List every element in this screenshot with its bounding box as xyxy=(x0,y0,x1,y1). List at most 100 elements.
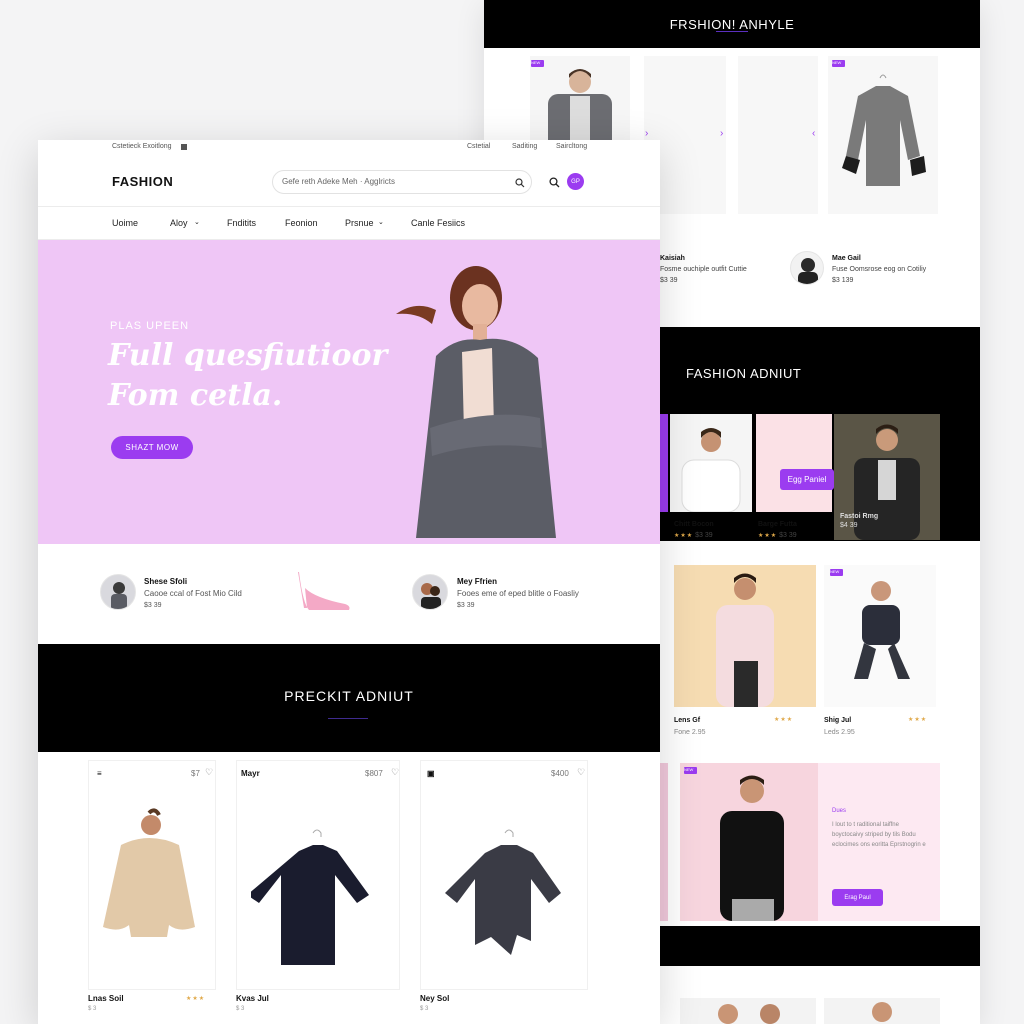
gallery-item[interactable]: Fastoi Rmg $4 39 xyxy=(840,512,878,530)
search-placeholder: Gefe reth Adeke Meh · Agglricts xyxy=(282,177,395,186)
product-tag: Mayr xyxy=(241,769,260,778)
heart-icon[interactable]: ♡ xyxy=(391,767,399,778)
product-item[interactable]: Lens Gf Fone 2.95 xyxy=(674,715,706,739)
product-card[interactable]: Mayr $807 ♡ xyxy=(236,760,400,990)
product-image[interactable] xyxy=(680,998,816,1024)
product-image[interactable] xyxy=(824,565,936,707)
divider xyxy=(716,31,748,32)
hero-title-line: Full quesfiutioor xyxy=(108,338,388,373)
feature-item[interactable]: Mae Gail Fuse Oomsrose eog on Cotiliy $3… xyxy=(832,253,926,286)
gallery-edge xyxy=(660,414,668,512)
divider xyxy=(328,718,368,719)
feature-item[interactable]: Mey Ffrien Fooes eme of eped blitle o Fo… xyxy=(457,576,579,612)
avatar[interactable]: GP xyxy=(567,173,584,190)
section-banner: PRECKIT ADNIUT xyxy=(38,644,660,752)
section-title: PRECKIT ADNIUT xyxy=(284,688,414,704)
search-icon[interactable] xyxy=(549,177,560,188)
product-image[interactable] xyxy=(828,56,938,214)
chevron-right-icon[interactable]: › xyxy=(645,128,648,139)
site-logo[interactable]: FASHION xyxy=(112,174,173,189)
nav-item-fashion[interactable]: Feonion xyxy=(285,218,318,228)
nav-item-home[interactable]: Uoime xyxy=(112,218,138,228)
topbar-link[interactable]: Saircltong xyxy=(556,143,587,150)
hero-banner: PLAS UPEEN Full quesfiutioor Fom cetla. … xyxy=(38,240,660,544)
new-badge: NEW xyxy=(832,60,845,67)
nav-item-prsnue[interactable]: Prsnue xyxy=(345,218,374,228)
gallery-item[interactable]: Barge Futta ★★★ $3 39 xyxy=(758,519,797,542)
feature-name: Kaisiah xyxy=(660,255,685,262)
heart-icon[interactable]: ♡ xyxy=(577,767,585,778)
promo-image[interactable] xyxy=(680,763,818,921)
gallery-item-price: ★★★ $3 39 xyxy=(758,532,797,539)
product-name[interactable]: Lnas Soil xyxy=(88,994,124,1003)
promo-button[interactable]: Erag Paul xyxy=(832,889,883,906)
back-header-band: FRSHION! ANHYLE xyxy=(484,0,980,48)
chevron-down-icon[interactable]: ⌄ xyxy=(378,218,384,226)
rating-stars: ★★★ xyxy=(774,717,794,723)
chevron-down-icon[interactable]: ⌄ xyxy=(194,218,200,226)
product-price: $ 3 xyxy=(420,1006,429,1012)
feature-price: $3 39 xyxy=(457,602,475,609)
model-photo xyxy=(720,775,784,921)
gallery-item[interactable]: Chitt Bocon ★★★ $3 39 xyxy=(674,519,714,542)
gallery-item-name: Fastoi Rmg xyxy=(840,513,879,520)
menu-icon[interactable]: ≡ xyxy=(97,769,102,778)
product-price-tag: $807 xyxy=(365,769,383,778)
product-name[interactable]: Kvas Jul xyxy=(236,994,269,1003)
hero-title: Full quesfiutioor Fom cetla. xyxy=(108,336,408,416)
product-image[interactable] xyxy=(738,56,818,214)
back-header-title: FRSHION! ANHYLE xyxy=(669,16,795,32)
new-badge: NEW xyxy=(830,569,843,576)
avatar xyxy=(412,574,448,610)
rating-stars: ★★★ xyxy=(908,717,928,723)
product-name[interactable]: Ney Sol xyxy=(420,994,449,1003)
feature-strip: Shese Sfoli Caooe ccal of Fost Mio Cild … xyxy=(38,544,660,644)
back-section-title: FASHION ADNIUT xyxy=(686,366,802,381)
hero-cta-button[interactable]: SHAZT MOW xyxy=(111,436,193,459)
gallery-item-price: ★★★ $3 39 xyxy=(674,532,713,539)
new-badge: NEW xyxy=(531,60,544,67)
feature-name: Mae Gail xyxy=(832,255,861,262)
pink-heel-image xyxy=(298,572,350,610)
feature-item[interactable]: Kaisiah Fosme ouchiple outfit Cuttie $3 … xyxy=(660,253,747,286)
front-page: Cstetieck Exoitlong Cstetial Saditing Sa… xyxy=(38,140,660,1024)
product-image[interactable] xyxy=(674,565,816,707)
heart-icon[interactable]: ♡ xyxy=(205,767,213,778)
feature-desc: Fooes eme of eped blitle o Foasliy xyxy=(457,589,579,598)
topbar-link[interactable]: Saditing xyxy=(512,143,537,150)
feature-price: $3 39 xyxy=(144,602,162,609)
gallery-image[interactable] xyxy=(670,414,752,512)
hero-title-line: Fom cetla. xyxy=(108,378,283,413)
model-photo xyxy=(681,428,741,512)
product-image[interactable] xyxy=(824,998,940,1024)
nav-item-aloy[interactable]: Aloy xyxy=(170,218,188,228)
feature-desc: Fosme ouchiple outfit Cuttie xyxy=(660,266,747,273)
product-price-tag: $7 xyxy=(191,769,200,778)
feature-item[interactable]: Shese Sfoli Caooe ccal of Fost Mio Cild … xyxy=(144,576,242,612)
image-icon[interactable]: ▣ xyxy=(427,769,435,778)
chevron-right-icon[interactable]: › xyxy=(720,128,723,139)
product-price: $ 3 xyxy=(236,1006,245,1012)
feature-name: Shese Sfoli xyxy=(144,577,188,586)
topbar-mid[interactable]: Cstetial xyxy=(467,143,490,150)
gallery-image[interactable] xyxy=(756,414,832,512)
search-input[interactable]: Gefe reth Adeke Meh · Agglricts xyxy=(272,170,532,194)
hero-kicker: PLAS UPEEN xyxy=(110,320,190,332)
nav-item-products[interactable]: Fnditits xyxy=(227,218,256,228)
feature-desc: Caooe ccal of Fost Mio Cild xyxy=(144,589,242,598)
feature-price: $3 39 xyxy=(660,277,678,284)
product-card[interactable]: ▣ $400 ♡ xyxy=(420,760,588,990)
topbar-left[interactable]: Cstetieck Exoitlong xyxy=(112,143,172,150)
feature-price: $3 139 xyxy=(832,277,854,284)
chevron-left-icon[interactable]: ‹ xyxy=(812,128,815,139)
search-icon[interactable] xyxy=(515,178,525,188)
product-price-tag: $400 xyxy=(551,769,569,778)
product-image xyxy=(103,808,195,937)
gallery-shop-button[interactable]: Egg Paniel xyxy=(780,469,834,490)
product-item[interactable]: Shig Jul Leds 2.95 xyxy=(824,715,855,739)
nav-item-canle[interactable]: Canle Fesiics xyxy=(411,218,465,228)
model-photo xyxy=(716,573,774,707)
product-card[interactable]: ≡ $7 ♡ xyxy=(88,760,216,990)
gallery-item-price: $4 39 xyxy=(840,522,858,529)
flag-icon xyxy=(181,144,187,150)
